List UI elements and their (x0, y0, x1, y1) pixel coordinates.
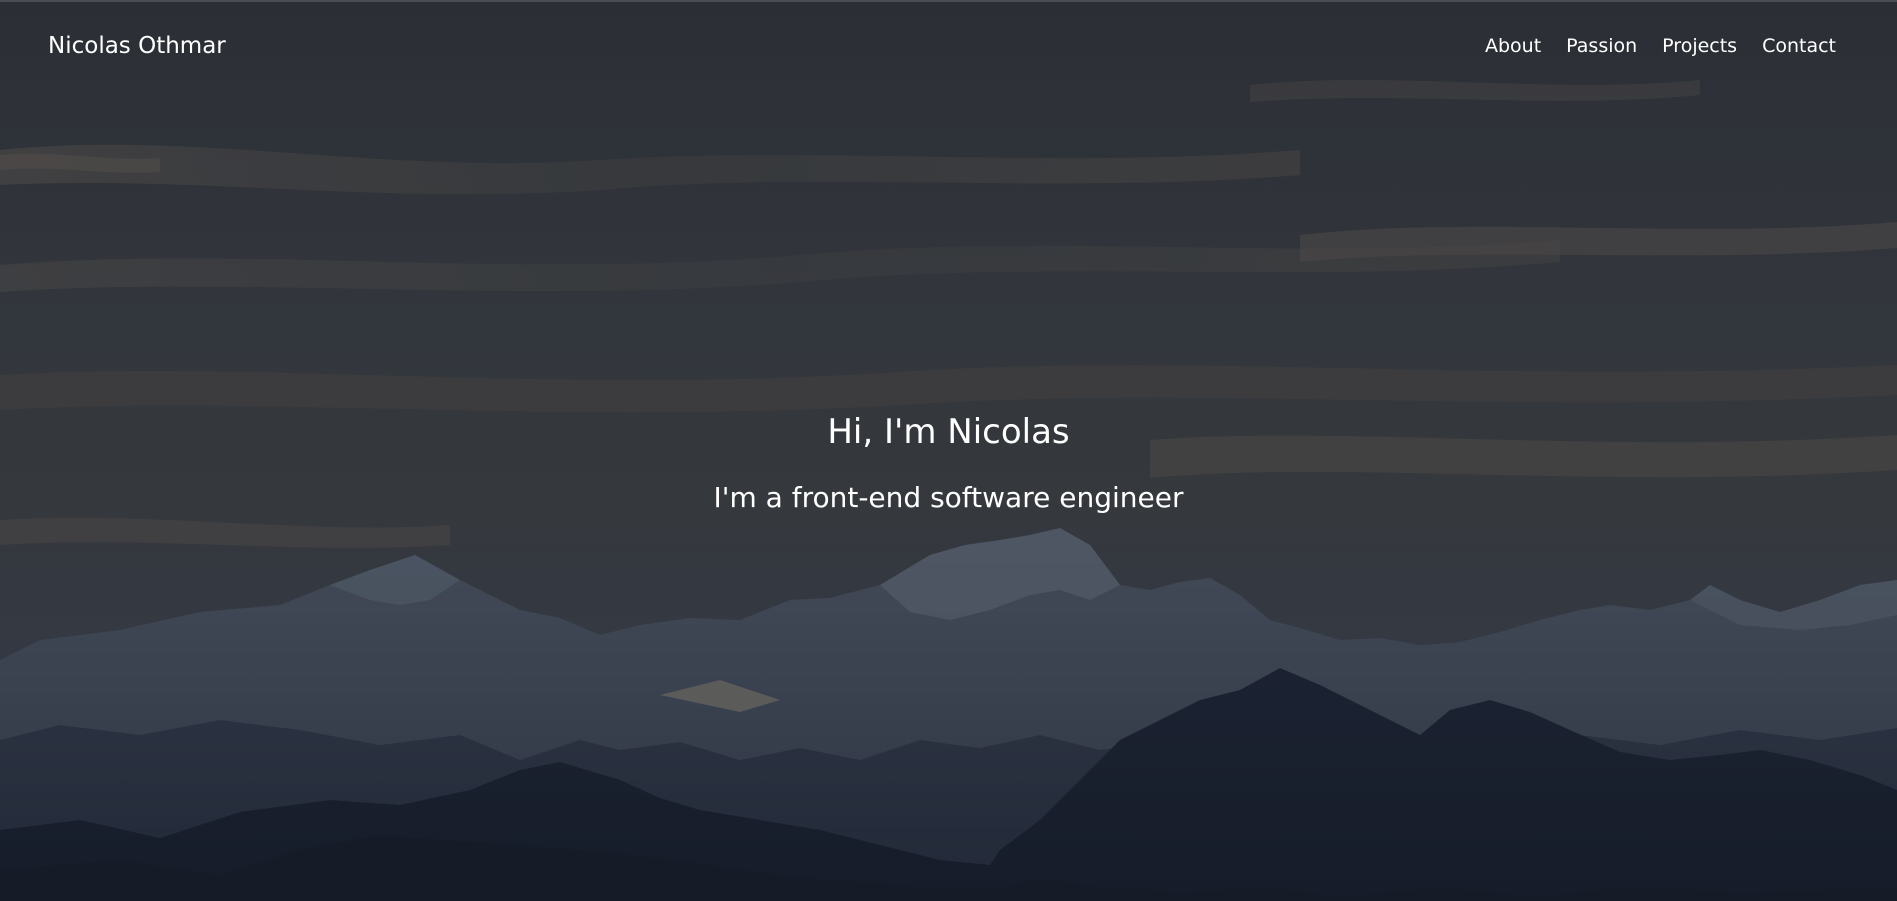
hero-headline: Hi, I'm Nicolas (827, 412, 1070, 452)
nav-item-passion: Passion (1566, 33, 1637, 59)
nav-links: About Passion Projects Contact (1485, 33, 1836, 59)
hero-section: Nicolas Othmar About Passion Projects Co… (0, 0, 1897, 901)
nav-link-projects[interactable]: Projects (1662, 35, 1737, 57)
navbar: Nicolas Othmar About Passion Projects Co… (0, 0, 1897, 92)
nav-item-about: About (1485, 33, 1541, 59)
nav-link-contact[interactable]: Contact (1762, 35, 1836, 57)
nav-item-contact: Contact (1762, 33, 1836, 59)
brand-link[interactable]: Nicolas Othmar (48, 31, 226, 61)
nav-link-about[interactable]: About (1485, 35, 1541, 57)
nav-item-projects: Projects (1662, 33, 1737, 59)
nav-link-passion[interactable]: Passion (1566, 35, 1637, 57)
hero-subheadline: I'm a front-end software engineer (713, 481, 1184, 514)
